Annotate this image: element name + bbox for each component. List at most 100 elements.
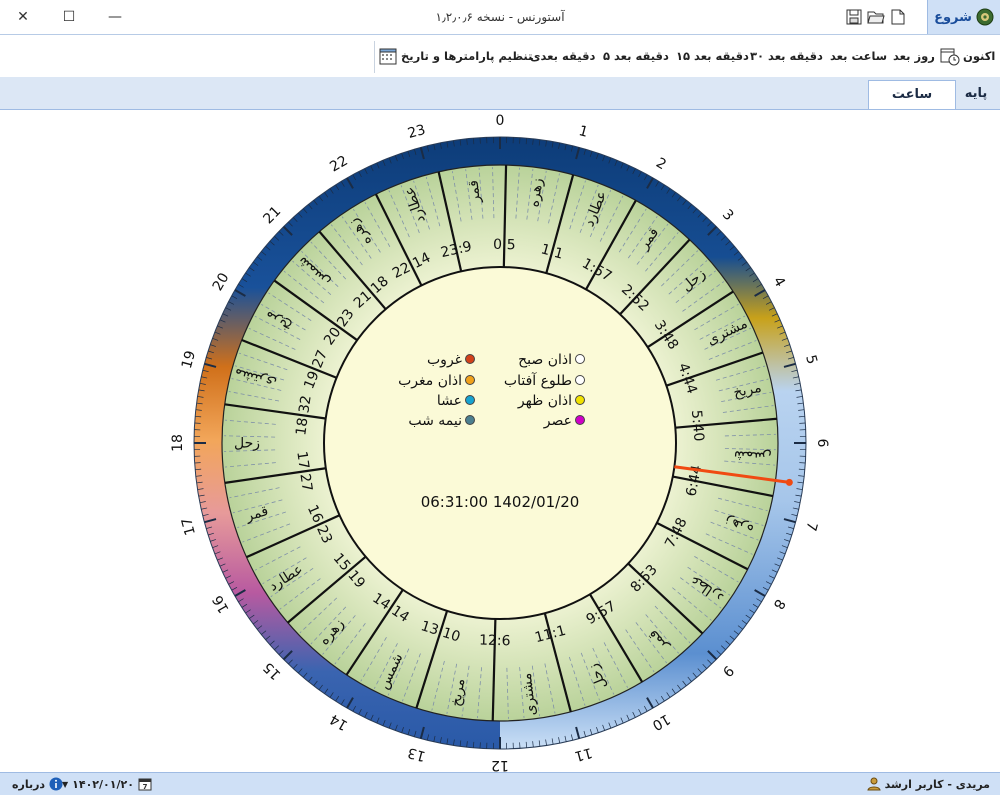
boundary-time-label: 5:40 (688, 409, 707, 442)
next-15-label: ۱۵ دقیقه بعد (676, 49, 749, 63)
new-file-icon (891, 9, 905, 25)
legend-label: غروب (427, 352, 462, 368)
maximize-icon: ☐ (63, 9, 76, 25)
hour-label: 3 (719, 207, 737, 225)
save-icon (846, 9, 862, 25)
window-title: آستورنس - نسخه ۱٫۲٫۰٫۶ (380, 0, 620, 34)
next-15-minutes-button[interactable]: ۱۵ دقیقه بعد (676, 35, 749, 77)
maximize-button[interactable]: ☐ (46, 0, 92, 34)
close-button[interactable]: ✕ (0, 0, 46, 34)
legend-label: اذان صبح (518, 352, 572, 368)
fajr-marker (576, 355, 585, 364)
next-30-label: ۳۰ دقیقه بعد (750, 49, 823, 63)
boundary-time-label: 0:5 (493, 237, 516, 253)
settings-button[interactable]: تنظیم پارامترها و تاریخ (378, 35, 532, 77)
tab-base[interactable]: پایه (956, 80, 996, 108)
hour-label: 17 (179, 516, 199, 537)
next-minute-button[interactable]: دقیقه بعدی (530, 35, 595, 77)
now-label: اکنون (963, 49, 995, 63)
current-time-hand-tip (786, 479, 793, 486)
legend-label: عصر (543, 413, 572, 429)
hour-label: 18 (170, 434, 186, 452)
settings-label: تنظیم پارامترها و تاریخ (401, 49, 532, 63)
tab-base-label: پایه (965, 86, 988, 101)
hour-label: 2 (653, 155, 669, 173)
dial-rings (194, 137, 806, 749)
ribbon: اکنون روز بعد ساعت بعد ۳۰ دقیقه بعد ۱۵ د… (0, 34, 1000, 78)
status-bar: مریدی - کاربر ارشد درباره ▼ ۱۴۰۲/۰۱/۲۰ 7 (0, 772, 1000, 795)
open-button[interactable] (866, 7, 886, 27)
now-button[interactable]: اکنون (940, 35, 995, 77)
boundary-time-label: 12:6 (479, 633, 511, 650)
planetary-hours-dial: 01234567891011121314151617181920212223زه… (0, 110, 1000, 772)
sunrise-marker (576, 376, 585, 385)
info-icon (49, 777, 63, 791)
midnight-marker (466, 416, 475, 425)
current-user[interactable]: مریدی - کاربر ارشد (867, 773, 990, 795)
user-icon (867, 777, 881, 791)
ribbon-tab-start[interactable]: شروع (927, 0, 1000, 34)
folder-open-icon (867, 9, 885, 25)
hour-label: 21 (260, 203, 284, 227)
tab-planetary-hours[interactable]: ساعت کواکب (868, 80, 956, 109)
hour-label: 8 (770, 596, 788, 612)
ribbon-separator (374, 41, 375, 73)
next-hour-label: ساعت بعد (830, 49, 887, 63)
hour-label: 13 (406, 744, 427, 764)
ribbon-tab-label: شروع (934, 10, 972, 25)
new-file-button[interactable] (888, 7, 908, 27)
minimize-icon: — (108, 9, 122, 25)
hour-label: 20 (210, 270, 233, 293)
planet-label: شمس (733, 447, 771, 465)
hour-label: 5 (802, 353, 820, 366)
svg-text:7: 7 (142, 783, 147, 791)
close-icon: ✕ (17, 9, 29, 25)
status-date: ۱۴۰۲/۰۱/۲۰ (72, 778, 134, 791)
title-bar: ✕ ☐ — آستورنس - نسخه ۱٫۲٫۰٫۶ شروع (0, 0, 1000, 34)
hour-label: 12 (491, 757, 509, 772)
document-tabs: پایه ساعت کواکب (0, 77, 1000, 110)
about-button[interactable]: درباره (12, 773, 63, 795)
hour-label: 23 (406, 122, 427, 142)
next-day-button[interactable]: روز بعد (893, 35, 935, 77)
minimize-button[interactable]: — (92, 0, 138, 34)
legend-label: نیمه شب (408, 413, 462, 429)
date-selector[interactable]: ▼ ۱۴۰۲/۰۱/۲۰ 7 (62, 773, 152, 795)
legend-label: اذان ظهر (517, 393, 572, 409)
chevron-down-icon: ▼ (62, 780, 68, 789)
about-label: درباره (12, 778, 45, 791)
sunset-marker (466, 355, 475, 364)
hour-label: 15 (260, 659, 284, 683)
hour-label: 11 (573, 744, 594, 764)
hour-label: 10 (649, 710, 672, 733)
calendar-icon (378, 46, 398, 66)
hour-label: 7 (802, 520, 820, 533)
user-label: مریدی - کاربر ارشد (885, 778, 990, 791)
next-hour-button[interactable]: ساعت بعد (830, 35, 887, 77)
next-day-label: روز بعد (893, 49, 935, 63)
current-datetime: 06:31:00 1402/01/20 (421, 493, 580, 511)
planet-label: قمر (466, 179, 484, 204)
legend-label: طلوع آفتاب (504, 372, 572, 389)
legend-label: عشا (437, 393, 462, 409)
hour-label: 16 (210, 592, 233, 616)
dial-center (324, 267, 676, 619)
next-minute-label: دقیقه بعدی (530, 49, 595, 63)
planet-label: زحل (234, 436, 260, 452)
hour-label: 9 (719, 662, 737, 680)
calendar-icon: 7 (138, 777, 152, 791)
legend-label: اذان مغرب (398, 373, 462, 389)
hour-label: 22 (327, 153, 350, 176)
save-button[interactable] (844, 7, 864, 27)
asr-marker (576, 416, 585, 425)
hour-label: 4 (770, 274, 788, 290)
isha-marker (466, 396, 475, 405)
next-5-minutes-button[interactable]: ۵ دقیقه بعد (603, 35, 669, 77)
dhuhr-marker (576, 396, 585, 405)
hour-label: 1 (577, 123, 590, 141)
maghrib-marker (466, 376, 475, 385)
next-30-minutes-button[interactable]: ۳۰ دقیقه بعد (750, 35, 823, 77)
next-5-label: ۵ دقیقه بعد (603, 49, 669, 63)
hour-label: 14 (327, 710, 351, 733)
hour-label: 0 (496, 113, 505, 129)
